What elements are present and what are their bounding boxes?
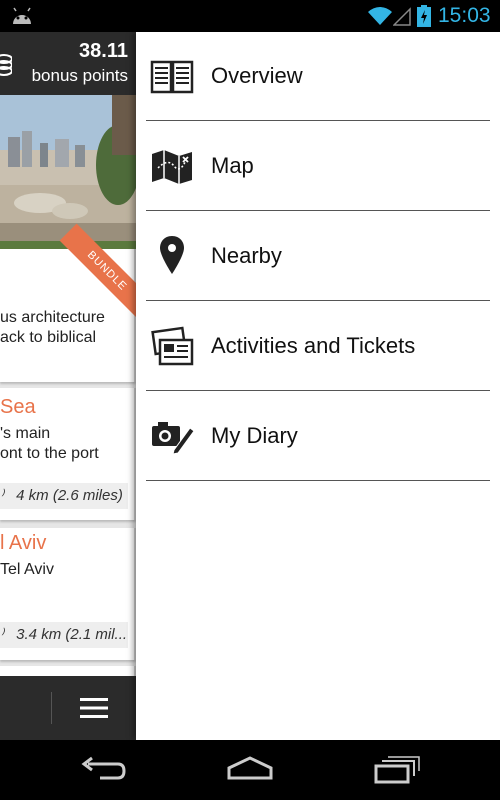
route-icon: ⁾ [0,487,4,504]
signal-icon [393,7,411,26]
distance-badge: ⁾ 3.4 km (2.1 mil... [0,622,128,648]
drawer-item-label: Map [211,153,254,178]
status-bar: 15:03 [0,0,500,32]
clock: 15:03 [438,4,491,27]
location-pin-icon [160,236,184,274]
wifi-icon [368,7,392,25]
distance-text: 3.4 km (2.1 mil... [16,626,128,643]
android-notification-icon [13,7,31,24]
drawer-item-map[interactable]: Map [146,122,490,211]
hamburger-menu-icon[interactable] [80,698,108,718]
drawer-item-nearby[interactable]: Nearby [146,212,490,301]
distance-badge: ⁾ 4 km (2.6 miles) [0,483,128,509]
drawer-item-overview[interactable]: Overview [146,32,490,121]
city-photo [0,95,136,249]
back-icon[interactable] [78,754,128,786]
home-icon[interactable] [225,754,275,786]
system-navigation-bar [0,740,500,800]
card-description: 's main [0,425,51,442]
background-screen: 38.11 bonus points BUNDLE us architectur… [0,32,136,740]
tour-card[interactable]: l Aviv Tel Aviv ⁾ 3.4 km (2.1 mil... [0,528,136,660]
bonus-points-value: 38.11 [79,40,128,62]
map-icon [152,150,192,184]
book-icon [150,60,194,94]
drawer-item-my-diary[interactable]: My Diary [146,392,490,481]
tour-card[interactable]: Sea 's main ont to the port ⁾ 4 km (2.6 … [0,388,136,520]
navigation-drawer: Overview Map Nearby Activities and Ticke… [136,32,500,740]
distance-text: 4 km (2.6 miles) [16,487,123,504]
card-title: Sea [0,396,36,418]
recent-apps-icon[interactable] [372,754,422,786]
drawer-item-activities-and-tickets[interactable]: Activities and Tickets [146,302,490,391]
card-description: ack to biblical [0,329,97,346]
card-description: Tel Aviv [0,561,54,578]
coins-icon [0,54,12,76]
bottom-toolbar [0,676,136,740]
app-header: 38.11 bonus points [0,32,136,95]
drawer-item-label: Nearby [211,243,282,268]
card-description: us architecture [0,309,105,326]
battery-charging-icon [417,5,431,27]
camera-pencil-icon [152,422,194,455]
card-title: l Aviv [0,532,47,554]
divider [51,692,52,724]
card-description: ont to the port [0,445,99,462]
drawer-item-label: Overview [211,63,303,88]
tickets-icon [151,326,194,366]
tour-card[interactable]: BUNDLE us architecture ack to biblical [0,223,136,382]
drawer-item-label: My Diary [211,423,298,448]
bonus-points-label: bonus points [31,66,128,85]
route-icon: ⁾ [0,626,4,643]
drawer-item-label: Activities and Tickets [211,333,416,358]
